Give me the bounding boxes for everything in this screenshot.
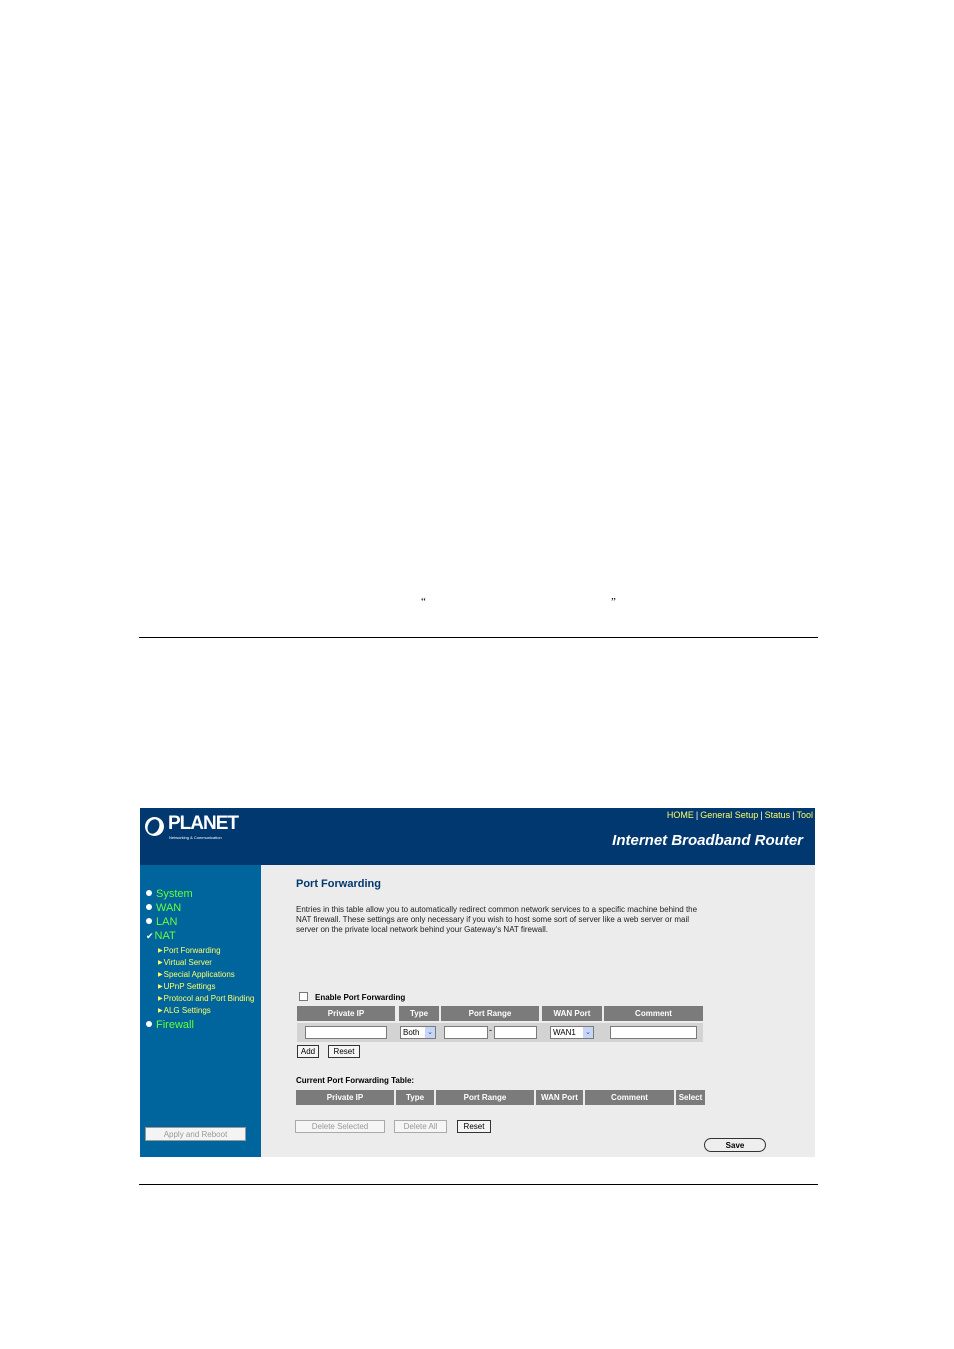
sidebar-item-firewall[interactable]: Firewall: [146, 1019, 194, 1031]
top-rule: [139, 637, 818, 638]
reset-button[interactable]: Reset: [328, 1045, 360, 1058]
sidebar-item-lan[interactable]: LAN: [146, 916, 177, 928]
chevron-down-icon: ⌄: [425, 1027, 435, 1038]
subitem-label: Virtual Server: [163, 958, 212, 967]
sidebar-subitem-port-forwarding[interactable]: ▶Port Forwarding: [158, 946, 221, 955]
table-header-port-range: Port Range: [436, 1090, 534, 1105]
chevron-down-icon: ⌄: [583, 1027, 593, 1038]
wan-port-select[interactable]: WAN1 ⌄: [550, 1026, 594, 1039]
port-range-start-input[interactable]: [444, 1026, 488, 1039]
brand-name: PLANET: [168, 813, 239, 834]
bullet-icon: [146, 918, 152, 924]
subitem-label: ALG Settings: [163, 1006, 211, 1015]
nav-general-setup[interactable]: General Setup: [700, 810, 758, 820]
sidebar: System WAN LAN ✔NAT ▶Port Forwarding ▶Vi…: [140, 865, 261, 1157]
table-header-comment: Comment: [585, 1090, 674, 1105]
table-header-type: Type: [396, 1090, 434, 1105]
check-icon: ✔: [146, 931, 154, 941]
apply-reboot-button[interactable]: Apply and Reboot: [145, 1127, 246, 1141]
enable-checkbox[interactable]: [299, 992, 308, 1001]
comment-input[interactable]: [610, 1026, 697, 1039]
wan-select-value: WAN1: [553, 1028, 576, 1037]
type-select-value: Both: [403, 1028, 420, 1037]
enable-label: Enable Port Forwarding: [315, 993, 406, 1002]
table-header-private-ip: Private IP: [296, 1090, 394, 1105]
sidebar-item-wan[interactable]: WAN: [146, 902, 181, 914]
arrow-right-icon: ▶: [158, 972, 163, 978]
port-range-end-input[interactable]: [494, 1026, 537, 1039]
form-header-port-range: Port Range: [441, 1006, 539, 1021]
nav-status[interactable]: Status: [765, 810, 791, 820]
sidebar-subitem-upnp-settings[interactable]: ▶UPnP Settings: [158, 982, 216, 991]
arrow-right-icon: ▶: [158, 996, 163, 1002]
subitem-label: Special Applications: [163, 970, 235, 979]
subitem-label: UPnP Settings: [163, 982, 216, 991]
nav-separator: |: [695, 810, 699, 820]
close-quote: ”: [611, 596, 616, 608]
form-header-wan-port: WAN Port: [542, 1006, 602, 1021]
arrow-right-icon: ▶: [158, 960, 163, 966]
nav-tool[interactable]: Tool: [796, 810, 813, 820]
arrow-right-icon: ▶: [158, 984, 163, 990]
current-table-title: Current Port Forwarding Table:: [296, 1076, 415, 1085]
open-quote: “: [421, 596, 426, 608]
nav-separator: |: [792, 810, 795, 820]
table-header-select: Select: [676, 1090, 705, 1105]
enable-port-forwarding: Enable Port Forwarding: [299, 992, 405, 1002]
add-button[interactable]: Add: [297, 1045, 319, 1058]
nav-separator: |: [760, 810, 763, 820]
sidebar-item-system[interactable]: System: [146, 888, 193, 900]
sidebar-item-label: WAN: [156, 902, 182, 914]
subitem-label: Port Forwarding: [163, 946, 221, 955]
sidebar-item-nat[interactable]: ✔NAT: [146, 930, 176, 942]
save-button[interactable]: Save: [704, 1138, 766, 1152]
type-select[interactable]: Both ⌄: [400, 1026, 436, 1039]
subitem-label: Protocol and Port Binding: [163, 994, 255, 1003]
header-banner: PLANET Networking & Communication HOME | G…: [140, 808, 815, 865]
sidebar-item-label: Firewall: [156, 1019, 194, 1031]
router-ui-screenshot: PLANET Networking & Communication HOME | G…: [140, 808, 815, 1157]
nav-home[interactable]: HOME: [667, 810, 694, 820]
bullet-icon: [146, 890, 152, 896]
table-reset-button[interactable]: Reset: [457, 1120, 491, 1133]
brand-tagline: Networking & Communication: [169, 835, 222, 840]
sidebar-subitem-protocol-port-binding[interactable]: ▶Protocol and Port Binding: [158, 994, 254, 1003]
delete-all-button[interactable]: Delete All: [394, 1120, 447, 1133]
table-header-wan-port: WAN Port: [536, 1090, 583, 1105]
arrow-right-icon: ▶: [158, 948, 163, 954]
sidebar-item-label: NAT: [154, 930, 176, 942]
product-title: Internet Broadband Router: [612, 832, 803, 849]
bullet-icon: [146, 904, 152, 910]
planet-logo: PLANET Networking & Communication: [145, 813, 245, 846]
range-separator: -: [489, 1025, 492, 1035]
bullet-icon: [146, 1021, 152, 1027]
delete-selected-button[interactable]: Delete Selected: [295, 1120, 385, 1133]
sidebar-subitem-virtual-server[interactable]: ▶Virtual Server: [158, 958, 212, 967]
top-nav: HOME | General Setup | Status | Tool: [667, 810, 813, 820]
sidebar-subitem-special-applications[interactable]: ▶Special Applications: [158, 970, 235, 979]
bottom-rule: [139, 1184, 818, 1185]
form-header-private-ip: Private IP: [297, 1006, 395, 1021]
form-header-comment: Comment: [604, 1006, 703, 1021]
form-header-type: Type: [399, 1006, 439, 1021]
sidebar-subitem-alg-settings[interactable]: ▶ALG Settings: [158, 1006, 211, 1015]
page-title: Port Forwarding: [296, 878, 381, 890]
arrow-right-icon: ▶: [158, 1008, 163, 1014]
private-ip-input[interactable]: [305, 1026, 387, 1039]
globe-icon: [145, 817, 164, 836]
main-content: Port Forwarding Entries in this table al…: [261, 865, 815, 1157]
page-description: Entries in this table allow you to autom…: [296, 905, 698, 934]
sidebar-item-label: System: [156, 888, 193, 900]
sidebar-item-label: LAN: [156, 916, 178, 928]
